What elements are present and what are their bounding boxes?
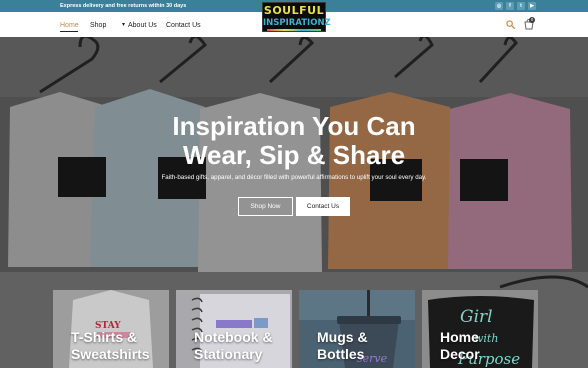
category-card-tshirts[interactable]: STAY T-Shirts & Sweatshirts: [53, 290, 169, 368]
nav-contact-us[interactable]: Contact Us: [166, 21, 201, 30]
cart-count-badge: 0: [529, 17, 535, 23]
chevron-down-icon[interactable]: ▾: [122, 21, 125, 30]
nav-about-us[interactable]: About Us: [128, 21, 157, 30]
facebook-icon[interactable]: f: [506, 2, 514, 10]
category-label-line1: Home: [440, 329, 479, 345]
site-logo[interactable]: SOULFUL INSPIRATIONZ: [262, 2, 331, 32]
svg-text:Girl: Girl: [460, 307, 493, 327]
hero-subtitle: Faith-based gifts, apparel, and décor fi…: [161, 174, 427, 181]
announcement-text: Express delivery and free returns within…: [60, 3, 187, 9]
logo-text-bottom: INSPIRATIONZ: [263, 18, 331, 28]
category-label-line2: Decor: [440, 346, 480, 362]
category-label-line1: Mugs &: [317, 329, 368, 345]
instagram-icon[interactable]: ◎: [495, 2, 503, 10]
nav-active-underline: [60, 31, 78, 32]
search-icon[interactable]: [506, 20, 515, 29]
logo-text-top: SOULFUL: [263, 4, 325, 17]
nav-shop[interactable]: Shop: [90, 21, 106, 30]
hero-title-line1: Inspiration You Can: [172, 111, 416, 141]
category-label-line1: Notebook &: [194, 329, 273, 345]
logo-stripe: [267, 29, 321, 31]
hero-title: Inspiration You Can Wear, Sip & Share: [94, 112, 494, 170]
hero-title-line2: Wear, Sip & Share: [182, 140, 406, 170]
category-label: T-Shirts & Sweatshirts: [71, 329, 150, 363]
category-label-line2: Sweatshirts: [71, 346, 150, 362]
contact-us-button[interactable]: Contact Us: [296, 197, 350, 216]
category-card-notebooks[interactable]: Notebook & Stationary: [176, 290, 292, 368]
nav-home[interactable]: Home: [60, 21, 79, 30]
category-label-line2: Bottles: [317, 346, 365, 362]
youtube-icon[interactable]: ▶: [528, 2, 536, 10]
category-label: Home Decor: [440, 329, 480, 363]
category-card-mugs[interactable]: serve Mugs & Bottles: [299, 290, 415, 368]
category-label: Notebook & Stationary: [194, 329, 273, 363]
hero-section: Inspiration You Can Wear, Sip & Share Fa…: [0, 37, 588, 368]
shop-now-button[interactable]: Shop Now: [238, 197, 293, 216]
twitter-icon[interactable]: t: [517, 2, 525, 10]
category-card-home-decor[interactable]: Girl with Purpose Home Decor: [422, 290, 538, 368]
category-label: Mugs & Bottles: [317, 329, 368, 363]
category-label-line1: T-Shirts &: [71, 329, 138, 345]
category-label-line2: Stationary: [194, 346, 263, 362]
